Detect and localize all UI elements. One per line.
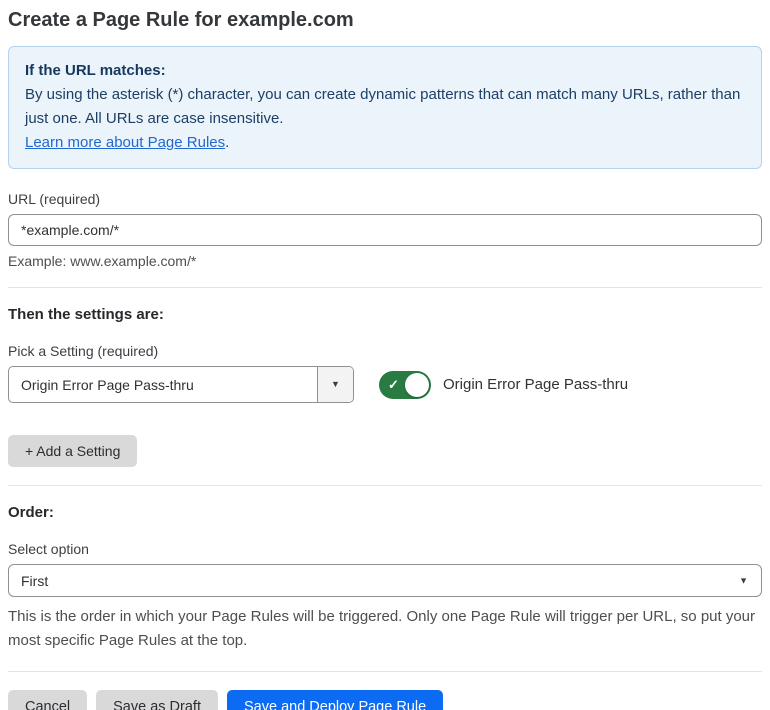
settings-section-heading: Then the settings are:	[8, 306, 164, 323]
learn-more-link[interactable]: Learn more about Page Rules	[25, 134, 225, 151]
order-section-heading: Order:	[8, 504, 54, 521]
chevron-down-icon: ▼	[331, 379, 340, 389]
url-field-label: URL (required)	[8, 191, 101, 207]
save-and-deploy-button[interactable]: Save and Deploy Page Rule	[226, 690, 444, 710]
order-select[interactable]: First ▼	[8, 564, 762, 597]
divider	[8, 485, 762, 486]
toggle-label: Origin Error Page Pass-thru	[443, 376, 629, 393]
url-input[interactable]	[8, 214, 762, 246]
setting-select-arrow-button[interactable]: ▼	[317, 367, 353, 402]
page-rule-form: Create a Page Rule for example.com If th…	[0, 0, 770, 710]
url-match-info-box: If the URL matches: By using the asteris…	[8, 46, 762, 169]
form-actions: Cancel Save as Draft Save and Deploy Pag…	[8, 690, 762, 710]
pick-setting-label: Pick a Setting (required)	[8, 343, 159, 359]
check-icon: ✓	[388, 376, 399, 392]
setting-toggle[interactable]: ✓	[379, 370, 431, 399]
info-box-link-line: Learn more about Page Rules.	[25, 131, 745, 155]
cancel-button[interactable]: Cancel	[8, 690, 88, 710]
toggle-knob	[405, 372, 429, 397]
page-title: Create a Page Rule for example.com	[8, 9, 354, 31]
order-helper-text: This is the order in which your Page Rul…	[8, 608, 756, 649]
info-box-body: By using the asterisk (*) character, you…	[25, 86, 741, 127]
save-as-draft-button[interactable]: Save as Draft	[96, 690, 218, 710]
divider	[8, 287, 762, 288]
order-select-value: First	[21, 572, 49, 589]
url-example-helper: Example: www.example.com/*	[8, 253, 197, 269]
add-setting-button[interactable]: + Add a Setting	[8, 435, 138, 467]
info-box-heading: If the URL matches:	[25, 62, 166, 79]
order-select-label: Select option	[8, 541, 89, 557]
link-suffix: .	[225, 134, 230, 151]
setting-select-value: Origin Error Page Pass-thru	[21, 376, 194, 393]
setting-row: Origin Error Page Pass-thru ▼ ✓ Origin E…	[8, 366, 762, 403]
divider	[8, 671, 762, 672]
chevron-down-icon: ▼	[739, 575, 748, 585]
setting-select[interactable]: Origin Error Page Pass-thru ▼	[8, 366, 354, 403]
